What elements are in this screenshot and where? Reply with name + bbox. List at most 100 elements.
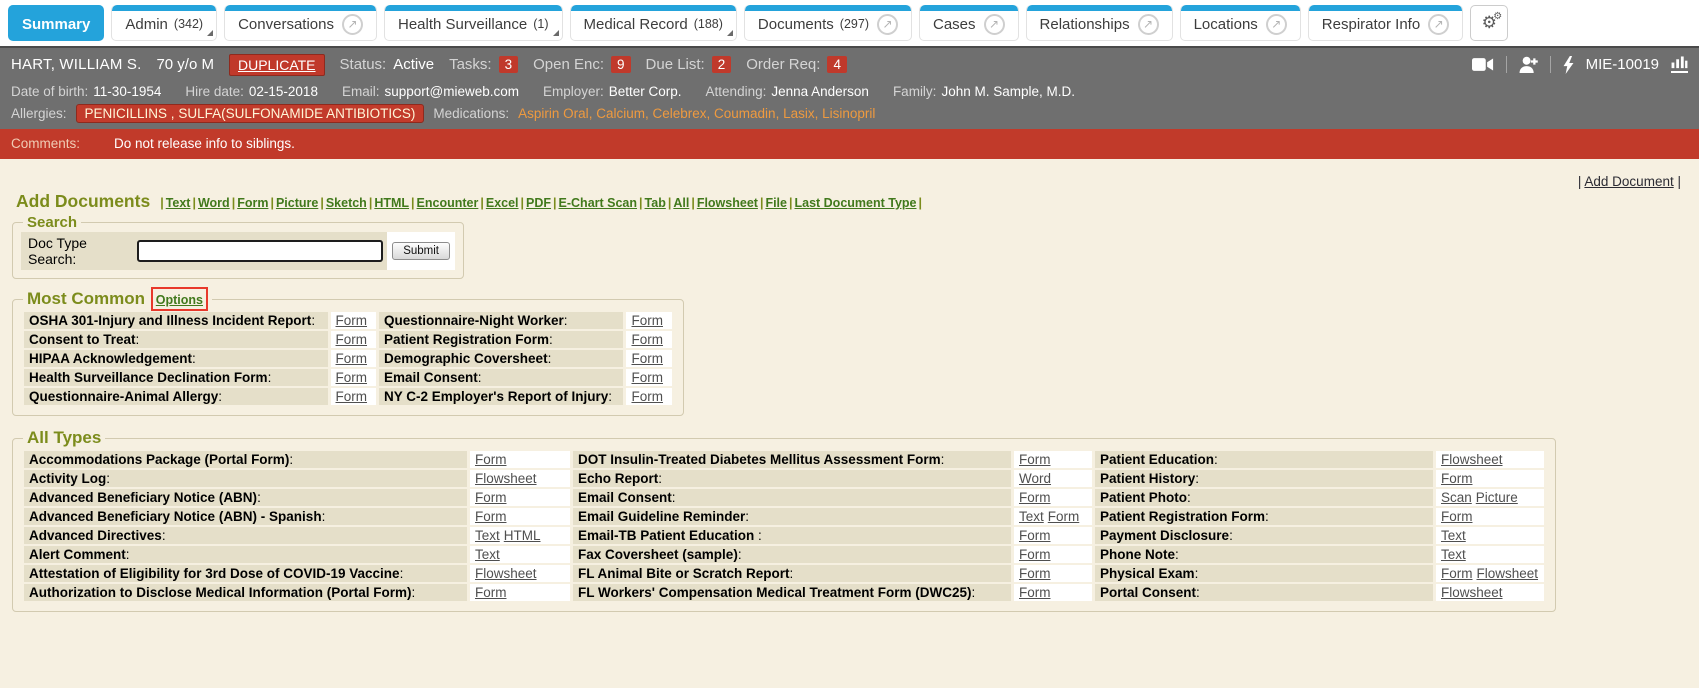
doc-link-form[interactable]: Form [475,585,507,600]
doc-link-form[interactable]: Form [1019,585,1051,600]
doc-type-name: Payment Disclosure [1100,528,1229,543]
add-doc-link-file[interactable]: File [765,196,787,210]
doc-link-form[interactable]: Form [336,351,368,366]
doc-link-word[interactable]: Word [1019,471,1051,486]
doc-link-form[interactable]: Form [1019,490,1051,505]
add-doc-link-encounter[interactable]: Encounter [417,196,479,210]
doc-link-text[interactable]: Text [475,547,500,562]
doc-type-search-label: Doc Type Search: [28,235,129,267]
add-doc-link-word[interactable]: Word [198,196,230,210]
add-doc-link-picture[interactable]: Picture [276,196,318,210]
add-documents-header: Add Documents |Text|Word|Form|Picture|Sk… [16,191,1687,212]
video-camera-icon[interactable] [1472,57,1494,72]
add-document-link[interactable]: Add Document [1584,174,1673,189]
due-list-count-badge[interactable]: 2 [712,56,732,73]
medication-link-celebrex[interactable]: Celebrex [652,106,706,121]
add-doc-link-last-document-type[interactable]: Last Document Type [794,196,916,210]
doc-link-picture[interactable]: Picture [1476,490,1518,505]
popout-arrow-icon[interactable]: ↗ [1428,14,1449,35]
doc-link-flowsheet[interactable]: Flowsheet [1477,566,1539,581]
tab-health-surveillance[interactable]: Health Surveillance(1) [384,5,563,41]
doc-link-form[interactable]: Form [475,452,507,467]
medication-link-coumadin[interactable]: Coumadin [714,106,776,121]
doc-link-form[interactable]: Form [631,351,663,366]
popout-arrow-icon[interactable]: ↗ [984,14,1005,35]
doc-link-form[interactable]: Form [475,509,507,524]
doc-link-form[interactable]: Form [1019,547,1051,562]
popout-arrow-icon[interactable]: ↗ [342,14,363,35]
doc-link-form[interactable]: Form [1019,566,1051,581]
tab-medical-record[interactable]: Medical Record(188) [570,5,737,41]
doc-link-form[interactable]: Form [1441,509,1473,524]
doc-link-form[interactable]: Form [336,313,368,328]
submit-button[interactable]: Submit [392,242,450,260]
doc-link-form[interactable]: Form [336,389,368,404]
popout-arrow-icon[interactable]: ↗ [877,14,898,35]
popout-arrow-icon[interactable]: ↗ [1138,14,1159,35]
doc-link-text[interactable]: Text [1441,547,1466,562]
order-req-count-badge[interactable]: 4 [827,56,847,73]
table-row: HIPAA Acknowledgement:FormDemographic Co… [24,350,672,367]
doc-link-flowsheet[interactable]: Flowsheet [1441,452,1503,467]
add-doc-link-form[interactable]: Form [237,196,268,210]
doc-link-flowsheet[interactable]: Flowsheet [1441,585,1503,600]
tab-label: Health Surveillance [398,16,527,33]
doc-link-scan[interactable]: Scan [1441,490,1472,505]
doc-link-form[interactable]: Form [336,370,368,385]
tab-summary[interactable]: Summary [8,5,104,41]
medication-link-lisinopril[interactable]: Lisinopril [822,106,875,121]
add-person-icon[interactable] [1519,56,1538,73]
doc-type-links: Form [331,331,377,348]
doc-link-form[interactable]: Form [336,332,368,347]
doc-type-search-input[interactable] [137,240,383,262]
add-doc-link-all[interactable]: All [673,196,689,210]
add-doc-link-excel[interactable]: Excel [486,196,519,210]
medication-link-aspirin-oral[interactable]: Aspirin Oral [518,106,589,121]
tab-admin[interactable]: Admin(342) [111,5,217,41]
doc-link-text[interactable]: Text [475,528,500,543]
open-enc-count-badge[interactable]: 9 [611,56,631,73]
add-doc-link-pdf[interactable]: PDF [526,196,551,210]
doc-link-html[interactable]: HTML [504,528,541,543]
add-doc-link-flowsheet[interactable]: Flowsheet [697,196,758,210]
page-title: Add Documents [16,191,150,212]
doc-link-form[interactable]: Form [1019,528,1051,543]
tab-relationships[interactable]: Relationships↗ [1026,5,1173,41]
doc-link-flowsheet[interactable]: Flowsheet [475,471,537,486]
options-link[interactable]: Options [156,293,203,307]
tab-respirator-info[interactable]: Respirator Info↗ [1308,5,1463,41]
popout-arrow-icon[interactable]: ↗ [1266,14,1287,35]
medication-link-calcium[interactable]: Calcium [596,106,645,121]
doc-link-text[interactable]: Text [1441,528,1466,543]
allergy-badge[interactable]: PENICILLINS , SULFA(SULFONAMIDE ANTIBIOT… [76,104,425,123]
settings-gear-button[interactable]: ⚙⚙ [1470,5,1508,41]
doc-link-form[interactable]: Form [475,490,507,505]
medication-link-lasix[interactable]: Lasix [783,106,815,121]
doc-link-flowsheet[interactable]: Flowsheet [475,566,537,581]
doc-link-form[interactable]: Form [631,332,663,347]
add-document-top: Add Document [12,159,1687,189]
tab-locations[interactable]: Locations ↗ [1180,5,1301,41]
doc-link-form[interactable]: Form [631,370,663,385]
lightning-icon[interactable] [1563,56,1574,74]
add-doc-link-tab[interactable]: Tab [645,196,666,210]
add-doc-link-sketch[interactable]: Sketch [326,196,367,210]
add-doc-link-e-chart-scan[interactable]: E-Chart Scan [559,196,638,210]
duplicate-badge[interactable]: DUPLICATE [229,54,325,76]
tab-label: Locations [1194,16,1258,33]
doc-link-form[interactable]: Form [1441,566,1473,581]
bar-chart-icon[interactable] [1671,56,1688,73]
tasks-count-badge[interactable]: 3 [499,56,519,73]
add-doc-link-html[interactable]: HTML [374,196,409,210]
doc-link-form[interactable]: Form [1019,452,1051,467]
doc-link-text[interactable]: Text [1019,509,1044,524]
add-doc-link-text[interactable]: Text [166,196,191,210]
doc-type-name: OSHA 301-Injury and Illness Incident Rep… [29,313,311,328]
doc-link-form[interactable]: Form [1441,471,1473,486]
doc-link-form[interactable]: Form [631,313,663,328]
doc-link-form[interactable]: Form [1048,509,1080,524]
tab-documents[interactable]: Documents(297)↗ [744,5,912,41]
tab-cases[interactable]: Cases↗ [919,5,1019,41]
doc-link-form[interactable]: Form [631,389,663,404]
tab-conversations[interactable]: Conversations↗ [224,5,377,41]
